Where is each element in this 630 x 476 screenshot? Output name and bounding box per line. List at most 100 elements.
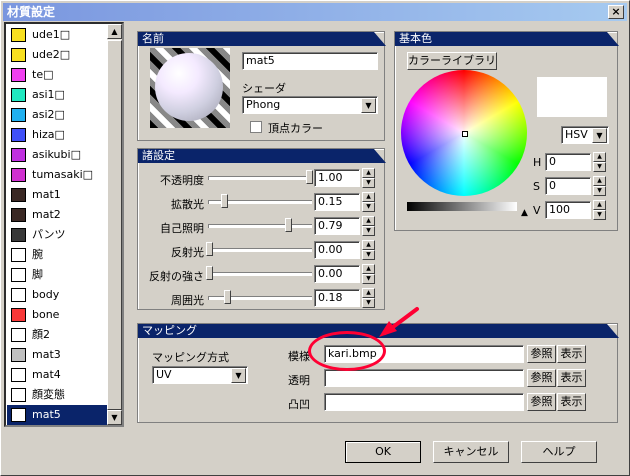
material-name: 脚 [32, 268, 43, 281]
material-color-swatch [11, 88, 26, 102]
material-list-item[interactable]: ude2□ [7, 45, 111, 65]
setting-label: 拡散光 [171, 198, 204, 211]
close-button[interactable]: × [608, 5, 624, 19]
saturation-label: S [533, 180, 540, 193]
setting-slider-thumb[interactable] [206, 242, 213, 256]
mapping-show-button[interactable]: 表示 [557, 369, 586, 387]
mapping-show-button[interactable]: 表示 [557, 393, 586, 411]
scroll-up-icon[interactable]: ▲ [107, 24, 122, 39]
saturation-spinner[interactable]: ▲ ▼ [593, 176, 606, 196]
spin-down-icon[interactable]: ▼ [362, 274, 375, 284]
hue-input[interactable]: 0 [545, 153, 591, 171]
material-name-input[interactable]: mat5 [242, 52, 378, 70]
mapping-file-input[interactable] [324, 393, 524, 411]
scroll-down-icon[interactable]: ▼ [107, 410, 122, 425]
spin-up-icon[interactable]: ▲ [362, 264, 375, 274]
shader-select[interactable]: Phong ▼ [242, 96, 378, 114]
material-list-item[interactable]: mat4 [7, 365, 111, 385]
color-library-button[interactable]: カラーライブラリ [407, 52, 497, 70]
material-list[interactable]: ude1□ ude2□ te□ asi1□ asi2□ hiza□ asikubi□ tuma… [4, 22, 124, 427]
material-list-item[interactable]: mat3 [7, 345, 111, 365]
setting-spinner[interactable]: ▲ ▼ [362, 264, 375, 284]
material-list-item[interactable]: 脚 [7, 265, 111, 285]
setting-slider-thumb[interactable] [206, 266, 213, 280]
setting-value-input[interactable]: 1.00 [314, 169, 360, 187]
material-list-item[interactable]: tumasaki□ [7, 165, 111, 185]
basic-color-header: 基本色 [395, 32, 619, 46]
material-list-item[interactable]: body [7, 285, 111, 305]
material-list-item[interactable]: 腕 [7, 245, 111, 265]
material-list-item[interactable]: mat5 [7, 405, 111, 425]
help-button[interactable]: ヘルプ [521, 441, 597, 463]
ok-button[interactable]: OK [345, 441, 421, 463]
spin-down-icon[interactable]: ▼ [362, 178, 375, 188]
material-list-item[interactable]: ude1□ [7, 25, 111, 45]
material-list-item[interactable]: mat1 [7, 185, 111, 205]
setting-spinner[interactable]: ▲ ▼ [362, 168, 375, 188]
material-list-scrollbar[interactable]: ▲ ▼ [107, 24, 122, 425]
material-name: te□ [32, 68, 54, 81]
setting-value-input[interactable]: 0.79 [314, 217, 360, 235]
material-list-item[interactable]: hiza□ [7, 125, 111, 145]
setting-slider-track[interactable] [208, 224, 312, 228]
value-gradient-bar[interactable] [407, 202, 517, 211]
setting-slider-thumb[interactable] [285, 218, 292, 232]
setting-label: 周囲光 [171, 294, 204, 307]
setting-value-input[interactable]: 0.00 [314, 241, 360, 259]
shader-label: シェーダ [242, 82, 286, 95]
spin-up-icon[interactable]: ▲ [362, 192, 375, 202]
spin-up-icon[interactable]: ▲ [362, 168, 375, 178]
spin-down-icon[interactable]: ▼ [362, 226, 375, 236]
material-list-item[interactable]: パンツ [7, 225, 111, 245]
mapping-browse-button[interactable]: 参照 [527, 369, 556, 387]
mapping-method-select[interactable]: UV ▼ [152, 366, 248, 384]
setting-value-input[interactable]: 0.18 [314, 289, 360, 307]
material-color-swatch [11, 388, 26, 402]
material-list-item[interactable]: mat2 [7, 205, 111, 225]
spin-up-icon[interactable]: ▲ [362, 288, 375, 298]
material-list-item[interactable]: 顔変態 [7, 385, 111, 405]
setting-slider-thumb[interactable] [306, 170, 313, 184]
value-label: V [533, 204, 541, 217]
material-name: 顔2 [32, 328, 50, 341]
scroll-thumb[interactable] [107, 40, 122, 410]
spin-up-icon[interactable]: ▲ [362, 216, 375, 226]
setting-spinner[interactable]: ▲ ▼ [362, 192, 375, 212]
setting-slider-track[interactable] [208, 272, 312, 276]
material-name: bone [32, 308, 60, 321]
chevron-down-icon[interactable]: ▼ [231, 368, 246, 383]
setting-slider-track[interactable] [208, 176, 312, 180]
value-spinner[interactable]: ▲ ▼ [593, 200, 606, 220]
vertex-color-checkbox[interactable] [250, 121, 262, 133]
setting-value-input[interactable]: 0.15 [314, 193, 360, 211]
color-mode-select[interactable]: HSV ▼ [561, 126, 609, 144]
mapping-browse-button[interactable]: 参照 [527, 345, 556, 363]
chevron-down-icon[interactable]: ▼ [361, 98, 376, 113]
setting-slider-track[interactable] [208, 248, 312, 252]
basic-color-group: 基本色 カラーライブラリ ▲ HSV ▼ H 0 ▲ ▼ S 0 ▲ ▼ V 100… [394, 31, 618, 231]
value-input[interactable]: 100 [545, 201, 591, 219]
setting-spinner[interactable]: ▲ ▼ [362, 216, 375, 236]
color-wheel-cursor[interactable] [462, 131, 468, 137]
chevron-down-icon[interactable]: ▼ [592, 128, 607, 143]
setting-value-input[interactable]: 0.00 [314, 265, 360, 283]
spin-down-icon[interactable]: ▼ [362, 250, 375, 260]
mapping-show-button[interactable]: 表示 [557, 345, 586, 363]
title-bar[interactable]: 材質設定 × [3, 3, 627, 21]
saturation-input[interactable]: 0 [545, 177, 591, 195]
mapping-browse-button[interactable]: 参照 [527, 393, 556, 411]
mapping-file-input[interactable] [324, 369, 524, 387]
spin-up-icon[interactable]: ▲ [362, 240, 375, 250]
material-list-item[interactable]: bone [7, 305, 111, 325]
material-list-item[interactable]: asikubi□ [7, 145, 111, 165]
setting-slider-thumb[interactable] [224, 290, 231, 304]
material-list-item[interactable]: 顔2 [7, 325, 111, 345]
cancel-button[interactable]: キャンセル [433, 441, 509, 463]
spin-down-icon[interactable]: ▼ [362, 202, 375, 212]
material-list-item[interactable]: te□ [7, 65, 111, 85]
setting-spinner[interactable]: ▲ ▼ [362, 240, 375, 260]
material-list-item[interactable]: asi1□ [7, 85, 111, 105]
hue-spinner[interactable]: ▲ ▼ [593, 152, 606, 172]
material-list-item[interactable]: asi2□ [7, 105, 111, 125]
setting-slider-thumb[interactable] [221, 194, 228, 208]
